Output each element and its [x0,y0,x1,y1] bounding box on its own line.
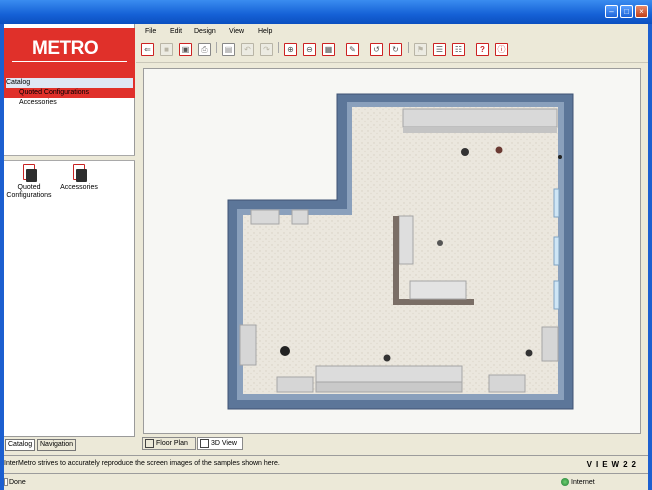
toolbar-separator [216,42,217,53]
shelving-unit [541,326,559,362]
zoom-out-icon[interactable]: ⊖ [303,43,316,56]
rotate-right-icon[interactable]: ↻ [389,43,402,56]
toolbar: ⇐ ■ ▣ ⎙ ▤ ↶ ↷ ⊕ ⊖ ▦ ✎ ↺ ↻ ⚑ ☰ ☷ ? ⓘ [136,39,648,63]
center-counter-top [409,280,467,300]
info-message: InterMetro strives to accurately reprodu… [4,460,280,467]
redo-icon[interactable]: ↷ [260,43,273,56]
shelving-unit [276,376,314,393]
folder-icon [21,164,37,182]
print-icon[interactable]: ⎙ [198,43,211,56]
window-pane [553,188,560,218]
floor-plan-icon [145,439,154,448]
logo-text: METRO [32,38,99,59]
person-figure [495,146,503,154]
menu-design[interactable]: Design [194,28,216,35]
tab-catalog[interactable]: Catalog [5,439,36,451]
zoom-in-icon[interactable]: ⊕ [284,43,297,56]
shelving-unit [488,374,526,393]
window-pane [553,280,560,310]
fit-icon[interactable]: ▦ [322,43,335,56]
window-controls: – □ × [605,5,648,18]
folder-icon [71,164,87,182]
window-pane [553,236,560,266]
person-figure [525,349,533,357]
tab-navigation[interactable]: Navigation [37,439,77,451]
help-icon[interactable]: ? [476,43,489,56]
rotate-left-icon[interactable]: ↺ [370,43,383,56]
stop-icon[interactable]: ■ [160,43,173,56]
tree-item-quoted-configurations[interactable]: Quoted Configurations [6,88,133,98]
title-bar: – □ × [0,0,652,24]
internet-zone-icon [561,478,569,486]
shelving-unit [402,108,558,128]
wall-light [558,155,562,159]
tree-item-catalog[interactable]: Catalog [6,78,133,88]
shelving-unit [250,209,280,225]
menu-file[interactable]: File [145,28,156,35]
view-tabs: Floor Plan 3D View [136,436,648,451]
view22-wordmark: VIEW22 [586,460,640,469]
minimize-icon[interactable]: – [605,5,618,18]
floor-plan-render[interactable] [144,69,640,433]
person-figure [280,346,290,356]
flag-icon[interactable]: ⚑ [414,43,427,56]
status-bar: Done Internet [4,473,648,490]
left-tabs: Catalog Navigation [4,436,135,456]
menu-help[interactable]: Help [258,28,272,35]
delete-icon[interactable]: ▤ [222,43,235,56]
shelving-unit [291,209,309,225]
security-zone: Internet [571,479,595,486]
tree-item-accessories[interactable]: Accessories [6,98,133,108]
icon-view: Quoted Configurations Accessories [4,164,135,434]
tab-label: 3D View [211,440,237,447]
menu-edit[interactable]: Edit [170,28,182,35]
folder-label: Accessories [60,184,98,191]
list-icon[interactable]: ☰ [433,43,446,56]
new-icon[interactable]: ⇐ [141,43,154,56]
catalog-tree: Catalog Quoted Configurations Accessorie… [6,78,133,108]
menu-bar: File Edit Design View Help [136,24,648,39]
close-icon[interactable]: × [635,5,648,18]
design-canvas[interactable] [143,68,641,434]
shelving-unit [239,324,257,366]
menu-view[interactable]: View [229,28,244,35]
panel-splitter[interactable] [4,155,135,161]
save-icon[interactable]: ▣ [179,43,192,56]
tab-floor-plan[interactable]: Floor Plan [142,437,196,450]
folder-label: Quoted Configurations [6,184,52,199]
paint-icon[interactable]: ✎ [346,43,359,56]
shelving-unit [403,127,557,133]
person-figure [383,354,391,362]
shelving-unit [315,365,463,383]
folder-quoted-configurations[interactable]: Quoted Configurations [4,164,54,200]
window-frame-right [648,24,652,490]
folder-accessories[interactable]: Accessories [54,164,104,192]
info-bar: InterMetro strives to accurately reprodu… [4,455,648,472]
shelving-unit [315,381,463,393]
person-figure [461,148,469,156]
toolbar-separator [278,42,279,53]
center-shelf [398,215,414,265]
toolbar-separator [408,42,409,53]
person-figure [437,240,443,246]
undo-icon[interactable]: ↶ [241,43,254,56]
tab-3d-view[interactable]: 3D View [197,437,243,450]
left-panel: METRO Catalog Quoted Configurations Acce… [4,24,135,456]
page-icon [4,478,8,486]
status-text: Done [9,479,26,486]
info-icon[interactable]: ⓘ [495,43,508,56]
tab-label: Floor Plan [156,440,188,447]
maximize-icon[interactable]: □ [620,5,633,18]
list2-icon[interactable]: ☷ [452,43,465,56]
logo-underline [12,61,127,62]
3d-view-icon [200,439,209,448]
